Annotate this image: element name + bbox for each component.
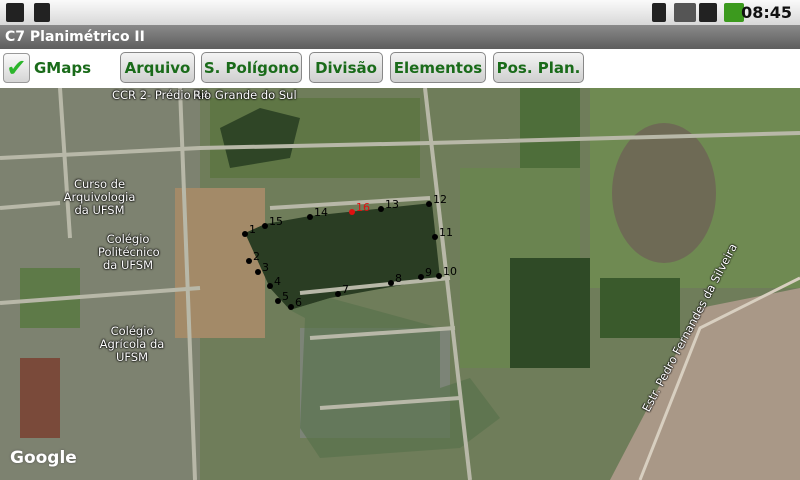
wifi-icon	[652, 3, 666, 22]
signal-2g-icon	[699, 3, 717, 22]
polygon-vertex-label: 12	[433, 193, 447, 206]
polygon-vertex-label: 3	[262, 261, 269, 274]
polygon-vertex-1[interactable]	[242, 231, 248, 237]
satellite-map[interactable]: CCR 2- Prédio 44 Rio Grande do Sul Curso…	[0, 88, 800, 480]
android-debug-icon	[6, 3, 24, 22]
toolbar: ✔ GMaps Arquivo S. Polígono Divisão Elem…	[0, 49, 800, 88]
checkmark-icon[interactable]: ✔	[3, 52, 30, 83]
divisao-button[interactable]: Divisão	[309, 52, 383, 83]
s-poligono-button[interactable]: S. Polígono	[201, 52, 302, 83]
polygon-vertex-5[interactable]	[275, 298, 281, 304]
polygon-vertex-16[interactable]	[349, 209, 355, 215]
polygon-vertex-12[interactable]	[426, 201, 432, 207]
polygon-vertex-15[interactable]	[262, 223, 268, 229]
polygon-vertex-2[interactable]	[246, 258, 252, 264]
polygon-vertex-label: 1	[249, 223, 256, 236]
app-title: C7 Planimétrico II	[0, 25, 800, 49]
gmaps-label: GMaps	[33, 58, 91, 77]
polygon-vertex-label: 10	[443, 265, 457, 278]
clock: 08:45	[741, 3, 792, 22]
polygon-vertex-label: 4	[274, 275, 281, 288]
polygon-vertex-10[interactable]	[436, 273, 442, 279]
google-logo: Google	[10, 448, 77, 468]
polygon-vertex-label: 6	[295, 296, 302, 309]
polygon-vertex-label: 5	[282, 290, 289, 303]
vibrate-icon	[674, 3, 696, 22]
usb-icon	[34, 3, 50, 22]
polygon-vertex-label: 14	[314, 206, 328, 219]
polygon-vertex-11[interactable]	[432, 234, 438, 240]
polygon-vertex-7[interactable]	[335, 291, 341, 297]
polygon-vertex-label: 13	[385, 198, 399, 211]
polygon-points-layer: 12345 678 9 10111213141516	[242, 193, 457, 310]
arquivo-button[interactable]: Arquivo	[120, 52, 195, 83]
polygon-vertex-3[interactable]	[255, 269, 261, 275]
polygon-vertex-label: 9	[425, 266, 432, 279]
pos-plan-button[interactable]: Pos. Plan.	[493, 52, 584, 83]
status-bar: 08:45	[0, 0, 800, 25]
polygon-vertex-13[interactable]	[378, 206, 384, 212]
polygon-vertex-9[interactable]	[418, 274, 424, 280]
polygon-vertex-label: 7	[342, 283, 349, 296]
polygon-vertex-label: 11	[439, 226, 453, 239]
polygon-vertex-label: 16	[356, 201, 370, 214]
polygon-vertex-6[interactable]	[288, 304, 294, 310]
polygon-vertex-label: 15	[269, 215, 283, 228]
elementos-button[interactable]: Elementos	[390, 52, 486, 83]
polygon-vertex-label: 8	[395, 272, 402, 285]
polygon-vertex-14[interactable]	[307, 214, 313, 220]
polygon-vertex-label: 2	[253, 250, 260, 263]
polygon-vertex-4[interactable]	[267, 283, 273, 289]
polygon-vertex-8[interactable]	[388, 280, 394, 286]
gmaps-checkbox[interactable]: ✔ GMaps	[3, 52, 91, 83]
